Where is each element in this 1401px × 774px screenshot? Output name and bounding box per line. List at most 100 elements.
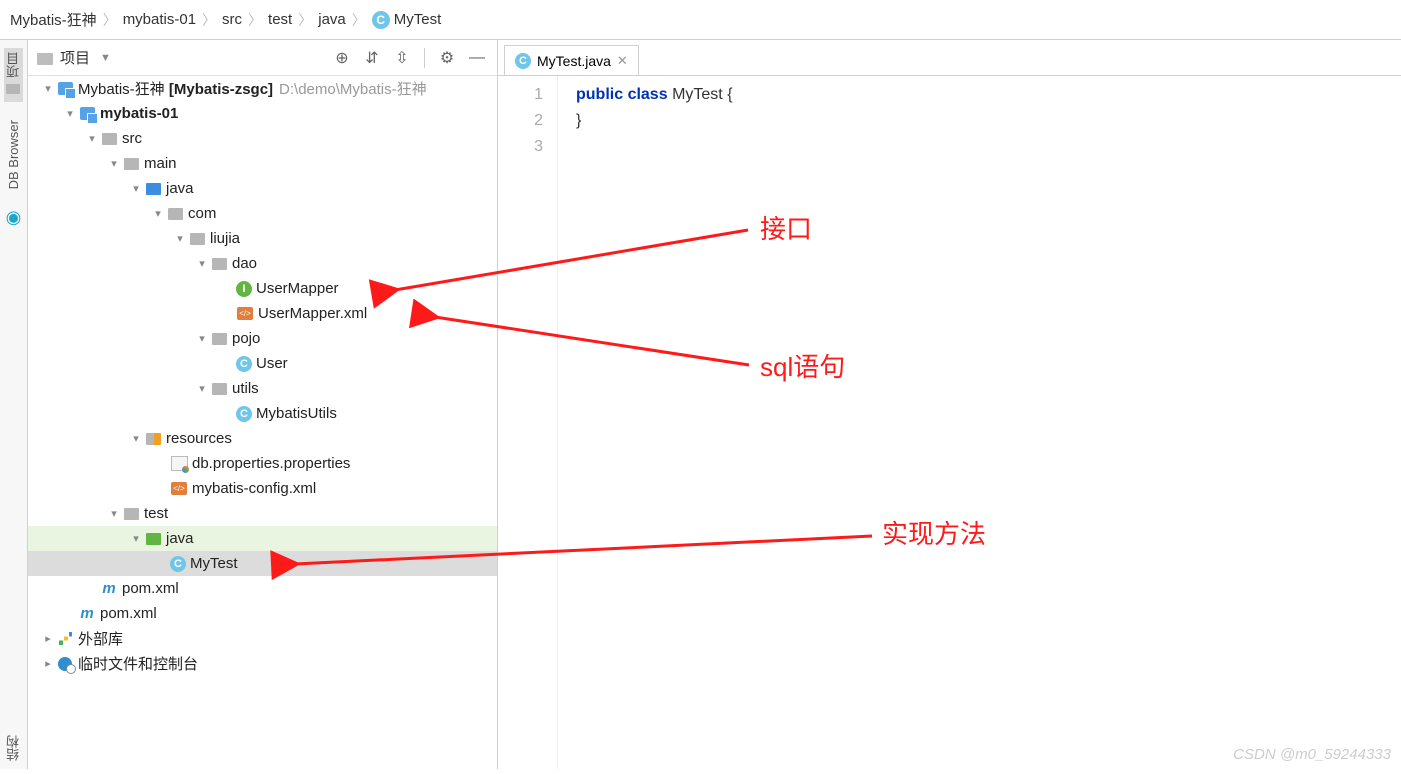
chevron-down-icon[interactable]: ▾	[194, 382, 210, 395]
main-label: main	[144, 155, 177, 172]
line-number: 2	[498, 108, 543, 134]
project-tree[interactable]: ▾ Mybatis-狂神 [Mybatis-zsgc] D:\demo\Myba…	[28, 76, 497, 769]
tab-db-browser[interactable]: DB Browser	[6, 116, 21, 193]
module-label: mybatis-01	[100, 105, 178, 122]
tool-window-strip: 项目 DB Browser ◉ 结构	[0, 40, 28, 769]
chevron-down-icon[interactable]: ▾	[150, 207, 166, 220]
code-editor[interactable]: 1 2 3 public class MyTest { }	[498, 76, 1401, 769]
tree-scratches[interactable]: ▸ 临时文件和控制台	[28, 651, 497, 676]
gutter: 1 2 3	[498, 76, 558, 769]
tree-src[interactable]: ▾ src	[28, 126, 497, 151]
root-path: D:\demo\Mybatis-狂神	[279, 78, 427, 99]
tree-root[interactable]: ▾ Mybatis-狂神 [Mybatis-zsgc] D:\demo\Myba…	[28, 76, 497, 101]
interface-icon: I	[236, 281, 252, 297]
tree-module[interactable]: ▾ mybatis-01	[28, 101, 497, 126]
class-icon: C	[170, 556, 186, 572]
settings-button[interactable]: ⚙	[435, 46, 459, 70]
ext-label: 外部库	[78, 628, 123, 649]
editor-tab-mytest[interactable]: C MyTest.java ✕	[504, 45, 639, 75]
dropdown-icon[interactable]: ▼	[100, 52, 111, 64]
tree-mybatisutils[interactable]: C MybatisUtils	[28, 401, 497, 426]
tree-pom-root[interactable]: m pom.xml	[28, 601, 497, 626]
tree-usermapper[interactable]: I UserMapper	[28, 276, 497, 301]
class-icon: C	[236, 356, 252, 372]
db-glyph-icon[interactable]: ◉	[6, 207, 22, 228]
chevron-down-icon[interactable]: ▾	[84, 132, 100, 145]
chevron-down-icon[interactable]: ▾	[172, 232, 188, 245]
myconfig-label: mybatis-config.xml	[192, 480, 316, 497]
tree-dao[interactable]: ▾ dao	[28, 251, 497, 276]
tree-pom-module[interactable]: m pom.xml	[28, 576, 497, 601]
mytest-label: MyTest	[190, 555, 238, 572]
chevron-down-icon[interactable]: ▾	[194, 332, 210, 345]
tree-java-test[interactable]: ▾ java	[28, 526, 497, 551]
panel-title[interactable]: 项目	[60, 47, 90, 68]
properties-file-icon	[170, 456, 188, 472]
folder-icon	[122, 156, 140, 172]
test-label: test	[144, 505, 168, 522]
chevron-down-icon[interactable]: ▾	[128, 432, 144, 445]
tree-main[interactable]: ▾ main	[28, 151, 497, 176]
crumb-2[interactable]: src	[222, 11, 242, 28]
xml-icon	[170, 481, 188, 497]
tree-com[interactable]: ▾ com	[28, 201, 497, 226]
crumb-5[interactable]: MyTest	[394, 11, 442, 28]
tree-usermapper-xml[interactable]: UserMapper.xml	[28, 301, 497, 326]
tree-resources[interactable]: ▾ resources	[28, 426, 497, 451]
kw-class: class	[628, 86, 668, 103]
external-libs-icon	[56, 631, 74, 647]
folder-icon	[36, 50, 54, 66]
tree-mytest[interactable]: C MyTest	[28, 551, 497, 576]
chevron-down-icon[interactable]: ▾	[128, 532, 144, 545]
chevron-down-icon[interactable]: ▾	[40, 82, 56, 95]
chevron-down-icon[interactable]: ▾	[106, 157, 122, 170]
utils-label: utils	[232, 380, 259, 397]
close-icon[interactable]: ✕	[617, 53, 628, 69]
expand-all-button[interactable]: ⇵	[360, 46, 384, 70]
chevron-down-icon[interactable]: ▾	[62, 107, 78, 120]
usermapperxml-label: UserMapper.xml	[258, 305, 367, 322]
collapse-all-button[interactable]: ⇳	[390, 46, 414, 70]
hide-button[interactable]: —	[465, 46, 489, 70]
tree-pojo[interactable]: ▾ pojo	[28, 326, 497, 351]
crumb-sep: 〉	[352, 10, 366, 30]
scroll-from-source-button[interactable]: ⊕	[330, 46, 354, 70]
folder-icon	[122, 506, 140, 522]
pom1-label: pom.xml	[122, 580, 179, 597]
java-label: java	[166, 180, 194, 197]
chevron-down-icon[interactable]: ▾	[106, 507, 122, 520]
tree-java[interactable]: ▾ java	[28, 176, 497, 201]
scratch-label: 临时文件和控制台	[78, 653, 198, 674]
tab-project-label: 项目	[4, 52, 23, 78]
tab-structure[interactable]: 结构	[4, 735, 23, 761]
chevron-down-icon[interactable]: ▾	[194, 257, 210, 270]
tab-db-label: DB Browser	[6, 120, 21, 189]
package-icon	[210, 381, 228, 397]
pom2-label: pom.xml	[100, 605, 157, 622]
tree-liujia[interactable]: ▾ liujia	[28, 226, 497, 251]
com-label: com	[188, 205, 216, 222]
crumb-root[interactable]: Mybatis-狂神	[10, 9, 97, 30]
crumb-3[interactable]: test	[268, 11, 292, 28]
class-icon: C	[236, 406, 252, 422]
crumb-4[interactable]: java	[318, 11, 346, 28]
tree-external-libs[interactable]: ▸ 外部库	[28, 626, 497, 651]
tree-test[interactable]: ▾ test	[28, 501, 497, 526]
tree-mybatis-config[interactable]: mybatis-config.xml	[28, 476, 497, 501]
code-content[interactable]: public class MyTest { }	[558, 76, 1401, 769]
class-name: MyTest	[672, 86, 723, 103]
tree-utils[interactable]: ▾ utils	[28, 376, 497, 401]
tree-dbprops[interactable]: db.properties.properties	[28, 451, 497, 476]
chevron-down-icon[interactable]: ▾	[128, 182, 144, 195]
crumb-1[interactable]: mybatis-01	[123, 11, 196, 28]
liujia-label: liujia	[210, 230, 240, 247]
tree-user[interactable]: C User	[28, 351, 497, 376]
chevron-right-icon[interactable]: ▸	[40, 632, 56, 645]
tab-project[interactable]: 项目	[4, 48, 23, 102]
chevron-right-icon[interactable]: ▸	[40, 657, 56, 670]
scratches-icon	[56, 656, 74, 672]
src-label: src	[122, 130, 142, 147]
folder-icon	[6, 82, 22, 98]
maven-icon: m	[100, 581, 118, 597]
line-number: 1	[498, 82, 543, 108]
